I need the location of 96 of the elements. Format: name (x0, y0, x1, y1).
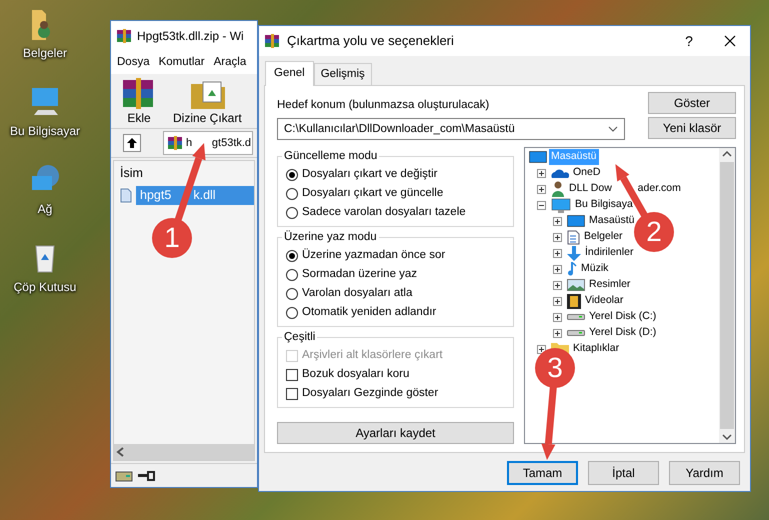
desktop-monitor-icon (567, 215, 585, 228)
expand-toggle-icon[interactable] (553, 312, 562, 322)
tree-item[interactable]: Resimler (587, 277, 632, 294)
up-folder-button[interactable] (123, 134, 141, 152)
save-settings-button[interactable]: Ayarları kaydet (277, 422, 514, 444)
tree-item[interactable]: DLL Dow (567, 181, 614, 198)
dialog-title: Çıkartma yolu ve seçenekleri (287, 32, 454, 50)
tab[interactable]: Gelişmiş (314, 63, 372, 86)
cloud-icon (551, 168, 569, 178)
radio-button[interactable] (286, 168, 298, 181)
option-label[interactable]: Dosyaları Gezginde göster (302, 386, 438, 402)
column-header[interactable]: İsim (114, 161, 254, 186)
tree-item[interactable]: Videolar (583, 293, 626, 310)
address-text: gt53tk.d (212, 136, 252, 151)
desktop-icon-label[interactable]: Belgeler (22, 44, 68, 62)
tree-item[interactable]: Belgeler (582, 229, 625, 246)
tree-item[interactable]: Masaüstü (587, 213, 637, 230)
expand-toggle-icon[interactable] (553, 216, 562, 226)
landscape-picture-icon (567, 279, 585, 292)
dialog-button[interactable]: Tamam (507, 461, 578, 485)
tree-item[interactable]: Müzik (579, 261, 610, 278)
toolbar-button[interactable]: Ekle (117, 76, 161, 126)
expand-toggle-icon[interactable] (553, 280, 562, 290)
archive-books-icon (263, 33, 281, 49)
desktop-icon-label[interactable]: Ağ (38, 200, 52, 218)
desktop-monitor-icon (529, 151, 547, 164)
hard-drive-icon (567, 314, 585, 320)
group-title: Çeşitli (282, 330, 318, 344)
film-strip-icon (567, 294, 581, 309)
option-label[interactable]: Üzerine yazmadan önce sor (302, 248, 446, 264)
archive-books-icon (115, 28, 133, 44)
up-arrow-icon (126, 137, 138, 150)
tree-item[interactable]: Yerel Disk (C:) (587, 309, 658, 326)
vertical-scrollbar[interactable] (719, 148, 735, 443)
dialog-button[interactable]: Göster (648, 92, 736, 114)
down-arrow-icon (567, 246, 581, 261)
desktop-icon-label[interactable]: Bu Bilgisayar (10, 122, 80, 140)
option-label[interactable]: Dosyaları çıkart ve değiştir (302, 167, 438, 182)
dropdown-caret-icon[interactable] (608, 126, 618, 132)
option-label[interactable]: Bozuk dosyaları koru (302, 367, 410, 382)
destination-label: Hedef konum (bulunmazsa oluşturulacak) (277, 98, 490, 112)
dialog-button[interactable]: Yeni klasör (648, 117, 736, 140)
window-title: Hpgt53tk.dll.zip - Wi (137, 28, 244, 45)
monitor-icon (551, 198, 571, 213)
user-silhouette-icon (551, 181, 565, 198)
archive-books-icon (166, 135, 184, 152)
menu-item[interactable]: Komutlar (158, 54, 205, 72)
tree-item[interactable]: ader.com (636, 181, 683, 198)
hard-drive-icon (567, 330, 585, 336)
tree-item[interactable]: Bu Bilgisaya (573, 197, 635, 214)
checkbox[interactable] (286, 368, 298, 381)
option-label[interactable]: Otomatik yeniden adlandır (302, 305, 436, 320)
menu-item[interactable]: Araçla (214, 54, 246, 72)
menu-item[interactable]: Dosya (117, 54, 150, 72)
radio-button[interactable] (286, 206, 298, 219)
radio-button[interactable] (286, 250, 298, 262)
expand-toggle-icon[interactable] (553, 296, 562, 306)
expand-toggle-icon[interactable] (537, 344, 546, 354)
checkbox[interactable] (286, 388, 298, 400)
address-text: h (186, 136, 192, 151)
radio-button[interactable] (286, 188, 298, 200)
drive-icon (115, 470, 133, 482)
document-icon (567, 230, 580, 245)
option-label[interactable]: Sormadan üzerine yaz (302, 267, 418, 282)
destination-combo-box[interactable]: C:\Kullanıcılar\DllDownloader_com\Masaüstü (277, 118, 625, 140)
tree-item[interactable]: Yerel Disk (D:) (587, 325, 658, 342)
dialog-button[interactable]: İptal (588, 461, 659, 485)
address-field[interactable]: h gt53tk.d (163, 131, 253, 156)
expand-toggle-icon[interactable] (553, 248, 562, 258)
scrollbar-thumb[interactable] (720, 162, 734, 429)
expand-toggle-icon[interactable] (553, 232, 562, 242)
expand-toggle-icon[interactable] (537, 184, 546, 194)
toolbar-button[interactable]: Dizine Çıkart (171, 76, 244, 126)
option-label[interactable]: Dosyaları çıkart ve güncelle (302, 186, 444, 202)
tree-item[interactable]: İndirilenler (583, 245, 636, 262)
group-title: Üzerine yaz modu (282, 230, 379, 244)
tab[interactable]: Genel (265, 61, 314, 86)
music-note-icon (567, 262, 577, 277)
expand-toggle-icon[interactable] (553, 264, 562, 274)
expand-toggle-icon[interactable] (553, 328, 562, 338)
radio-button[interactable] (286, 268, 298, 281)
help-button[interactable]: ? (674, 30, 704, 52)
tree-item[interactable]: OneD (571, 165, 602, 182)
horizontal-scrollbar[interactable] (114, 444, 254, 460)
expand-toggle-icon[interactable] (537, 168, 546, 178)
collapse-toggle-icon[interactable] (537, 200, 546, 210)
radio-button[interactable] (286, 306, 298, 319)
option-label: Arşivleri alt klasörlere çıkart (302, 348, 443, 364)
radio-button[interactable] (286, 288, 298, 300)
file-icon (120, 188, 132, 203)
key-icon (137, 470, 155, 480)
desktop-icon-label[interactable]: Çöp Kutusu (14, 278, 76, 296)
close-icon[interactable] (724, 35, 736, 47)
option-label[interactable]: Sadece varolan dosyaları tazele (302, 205, 466, 220)
option-label[interactable]: Varolan dosyaları atla (302, 286, 412, 302)
dialog-button[interactable]: Yardım (669, 461, 740, 485)
